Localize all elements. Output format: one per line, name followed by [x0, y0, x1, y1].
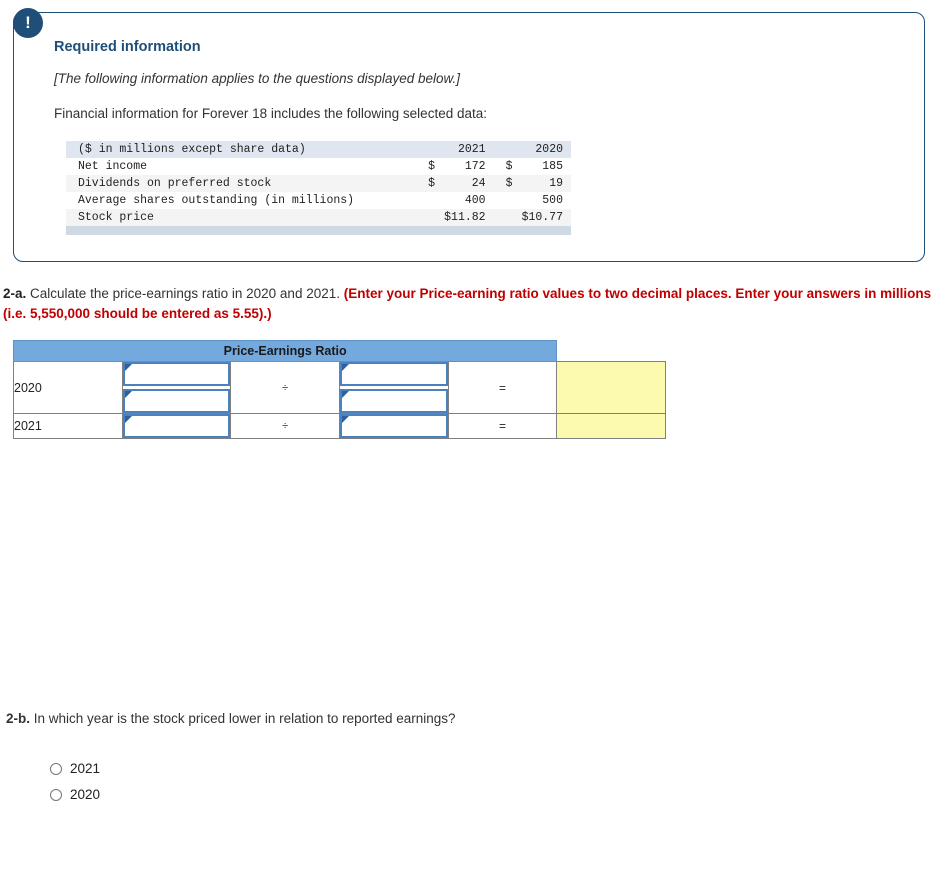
equals-symbol-2021: =	[447, 413, 558, 440]
question-2b-text: In which year is the stock priced lower …	[33, 711, 456, 726]
table-row: 2020 ÷ =	[13, 361, 666, 415]
required-information-panel: ! Required information [The following in…	[13, 8, 925, 262]
radio-option-2021[interactable]: 2021	[50, 761, 100, 776]
divide-symbol-2020: ÷	[230, 361, 340, 415]
financial-col-year2: 2020	[517, 141, 571, 158]
financial-data-table: ($ in millions except share data) 2021 2…	[66, 141, 571, 235]
question-2a: 2-a. Calculate the price-earnings ratio …	[3, 284, 936, 323]
row-y2-value: $10.77	[517, 209, 571, 226]
row-y1-value: 400	[464, 194, 486, 207]
row-y1-value: 172	[464, 160, 486, 173]
answer-table-body: Price-Earnings Ratio 2020 ÷ = 2021 ÷ =	[12, 340, 666, 440]
question-2b: 2-b. In which year is the stock priced l…	[6, 711, 456, 726]
row-y2-currency: $	[493, 175, 518, 192]
row-y1-currency: $	[416, 175, 441, 192]
denominator-field-2020-a[interactable]	[339, 362, 448, 387]
financial-table-header-row: ($ in millions except share data) 2021 2…	[66, 141, 571, 158]
financial-col-label: ($ in millions except share data)	[66, 141, 417, 158]
row-y1-currency: $	[428, 160, 436, 173]
panel-body: Required information [The following info…	[13, 12, 925, 262]
financial-col-year1: 2021	[440, 141, 494, 158]
radio-label-2020: 2020	[70, 787, 101, 802]
row-y2-value: 500	[542, 194, 563, 207]
answer-table-header: Price-Earnings Ratio	[12, 340, 558, 363]
financial-table-body: ($ in millions except share data) 2021 2…	[66, 141, 571, 235]
financial-header-spacer-2	[493, 141, 518, 158]
question-2a-number: 2-a.	[3, 286, 27, 301]
row-y1-currency	[416, 209, 441, 226]
numerator-field-2021-a[interactable]	[122, 414, 231, 439]
result-field-2020[interactable]	[556, 361, 666, 415]
answer-row-year-2020: 2020	[13, 361, 123, 415]
panel-title: Required information	[54, 39, 201, 55]
financial-header-spacer-1	[416, 141, 441, 158]
price-earnings-answer-table: Price-Earnings Ratio 2020 ÷ = 2021 ÷ =	[12, 340, 666, 440]
row-y1-value: 24	[440, 175, 494, 192]
radio-circle-icon[interactable]	[50, 788, 62, 801]
equals-symbol-2020: =	[447, 361, 558, 415]
row-label: Dividends on preferred stock	[66, 175, 417, 192]
numerator-field-2020-a[interactable]	[122, 362, 231, 387]
denominator-cell-2021	[338, 413, 449, 440]
panel-intro-text: Financial information for Forever 18 inc…	[54, 106, 487, 121]
row-y2-value: 19	[517, 175, 571, 192]
table-row: Average shares outstanding (in millions)…	[66, 192, 571, 209]
exclamation-icon: !	[13, 8, 43, 38]
table-row: Net income $ 172 $ 185	[66, 158, 571, 175]
row-y1-currency	[416, 192, 440, 209]
radio-option-2020[interactable]: 2020	[50, 787, 100, 802]
denominator-field-2021-a[interactable]	[339, 414, 448, 439]
table-row: 2021 ÷ =	[13, 413, 666, 440]
footer-cell	[416, 226, 441, 235]
dropdown-marker-icon	[124, 391, 132, 399]
footer-cell	[517, 226, 571, 235]
dropdown-marker-icon	[341, 364, 349, 372]
panel-italic-note: [The following information applies to th…	[54, 71, 460, 86]
row-y2-currency	[493, 209, 518, 226]
numerator-field-2020-b[interactable]	[122, 389, 231, 414]
numerator-cell-2020	[121, 361, 232, 415]
row-label: Net income	[78, 160, 148, 173]
result-field-2021[interactable]	[556, 413, 666, 440]
row-y2-currency	[494, 192, 518, 209]
radio-label-2021: 2021	[70, 761, 101, 776]
footer-cell	[493, 226, 518, 235]
denominator-field-2020-b[interactable]	[339, 389, 448, 414]
financial-table-footer-bar	[66, 226, 571, 235]
answer-row-year-2021: 2021	[13, 413, 123, 440]
numerator-cell-2021	[121, 413, 232, 440]
dropdown-marker-icon	[124, 416, 132, 424]
dropdown-marker-icon	[341, 416, 349, 424]
row-label: Average shares outstanding (in millions)	[78, 194, 355, 207]
table-row: Stock price $11.82 $10.77	[66, 209, 571, 226]
row-y2-value: 185	[542, 160, 563, 173]
question-2b-number: 2-b.	[6, 711, 31, 726]
footer-cell	[440, 226, 494, 235]
question-2b-options: 2021 2020	[50, 761, 100, 813]
table-row: Dividends on preferred stock $ 24 $ 19	[66, 175, 571, 192]
row-y2-currency: $	[505, 160, 513, 173]
row-label: Stock price	[66, 209, 417, 226]
row-y1-value: $11.82	[440, 209, 494, 226]
denominator-cell-2020	[338, 361, 449, 415]
radio-circle-icon[interactable]	[50, 762, 62, 775]
footer-cell	[66, 226, 417, 235]
dropdown-marker-icon	[124, 364, 132, 372]
answer-table-header-row: Price-Earnings Ratio	[12, 340, 666, 363]
question-2a-text: Calculate the price-earnings ratio in 20…	[30, 286, 340, 301]
dropdown-marker-icon	[341, 391, 349, 399]
divide-symbol-2021: ÷	[230, 413, 340, 440]
price-earnings-answer-table-wrapper: Price-Earnings Ratio 2020 ÷ = 2021 ÷ =	[12, 340, 949, 440]
